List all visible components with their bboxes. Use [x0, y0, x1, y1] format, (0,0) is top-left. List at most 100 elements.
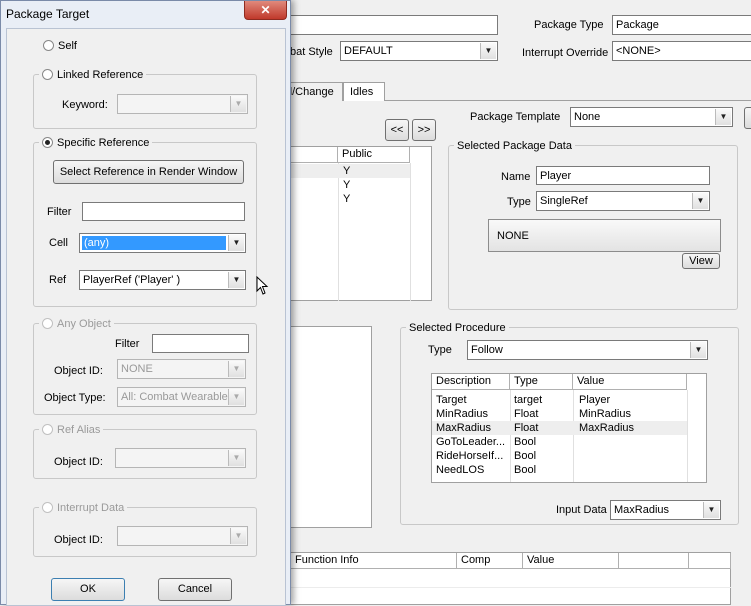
package-data-list[interactable]: Public Y Y Y: [280, 146, 432, 301]
ref-alias-object-id-select[interactable]: ▼: [115, 448, 246, 468]
chevron-down-icon: ▼: [228, 272, 244, 288]
public-cell: Y: [343, 165, 351, 177]
interrupt-override-select[interactable]: <NONE>: [612, 41, 751, 61]
row-description[interactable]: MaxRadius: [432, 421, 491, 435]
procedure-type-select[interactable]: Follow ▼: [467, 340, 708, 360]
row-description[interactable]: GoToLeader...: [432, 435, 505, 449]
keyword-label: Keyword:: [62, 99, 108, 111]
name-field[interactable]: Player: [536, 166, 710, 185]
combat-style-select[interactable]: DEFAULT ▼: [340, 41, 498, 61]
any-object-filter-label: Filter: [115, 338, 140, 350]
package-data-display-button[interactable]: NONE: [488, 219, 721, 252]
package-type-field[interactable]: Package: [612, 15, 751, 35]
ref-value: PlayerRef ('Player' ): [83, 274, 181, 286]
close-button[interactable]: ✕: [244, 1, 287, 20]
ref-alias-object-id-label: Object ID:: [54, 456, 103, 468]
radio-icon: [42, 69, 53, 80]
selected-procedure-title: Selected Procedure: [406, 321, 509, 335]
cell-value: (any): [84, 237, 110, 249]
package-target-dialog: Package Target ✕ Self Linked Reference K…: [0, 0, 291, 606]
radio-icon: [43, 40, 54, 51]
chevron-down-icon: ▼: [480, 43, 496, 59]
input-data-value: MaxRadius: [614, 504, 670, 516]
conditions-table[interactable]: Function Info Comp Value: [280, 552, 731, 605]
package-id-field[interactable]: [280, 15, 498, 35]
chevron-down-icon: ▼: [228, 361, 244, 377]
filter-input[interactable]: [82, 202, 245, 221]
column-header-type: Type: [510, 374, 573, 390]
public-cell: Y: [343, 193, 351, 205]
object-type-select[interactable]: All: Combat Wearable ▼: [117, 387, 246, 407]
ref-select[interactable]: PlayerRef ('Player' ) ▼: [79, 270, 246, 290]
package-data-display-value: NONE: [497, 230, 529, 242]
any-object-radio[interactable]: Any Object: [39, 317, 114, 331]
ok-button[interactable]: OK: [51, 578, 125, 601]
package-template-select[interactable]: None ▼: [570, 107, 733, 127]
object-type-value: All: Combat Wearable: [121, 391, 228, 403]
row-type: Bool: [514, 464, 537, 476]
row-description[interactable]: NeedLOS: [432, 463, 484, 477]
object-type-label: Object Type:: [44, 392, 106, 404]
cell-select[interactable]: (any) ▼: [79, 233, 246, 253]
column-header-comp: Comp: [457, 553, 523, 569]
any-object-filter-input[interactable]: [152, 334, 249, 353]
public-cell: Y: [343, 179, 351, 191]
mouse-cursor-icon: [256, 276, 269, 295]
column-divider: [573, 390, 574, 482]
input-data-select[interactable]: MaxRadius ▼: [610, 500, 721, 520]
package-template-extra-button[interactable]: [744, 107, 751, 129]
column-header-description: Description: [432, 374, 510, 390]
data-type-select[interactable]: SingleRef ▼: [536, 191, 710, 211]
chevron-down-icon: ▼: [715, 109, 731, 125]
close-icon: ✕: [260, 3, 271, 17]
row-description[interactable]: RideHorseIf...: [432, 449, 503, 463]
select-reference-in-render-window-button[interactable]: Select Reference in Render Window: [53, 160, 244, 184]
column-header-function-info: Function Info: [291, 553, 457, 569]
view-button[interactable]: View: [682, 253, 720, 269]
interrupt-override-value: <NONE>: [616, 45, 661, 57]
object-id-value: NONE: [121, 363, 153, 375]
tab-idles[interactable]: Idles: [343, 82, 385, 101]
radio-icon: [42, 137, 53, 148]
keyword-select[interactable]: ▼: [117, 94, 248, 114]
interrupt-data-object-id-select[interactable]: ▼: [117, 526, 248, 546]
specific-reference-label: Specific Reference: [57, 137, 150, 149]
interrupt-data-object-id-label: Object ID:: [54, 534, 103, 546]
interrupt-override-label: Interrupt Override: [522, 47, 609, 59]
self-radio[interactable]: Self: [43, 39, 77, 53]
procedure-tree[interactable]: [280, 326, 372, 528]
radio-icon: [42, 424, 53, 435]
prev-button[interactable]: <<: [385, 119, 409, 141]
column-divider: [410, 163, 411, 301]
row-type: Bool: [514, 450, 537, 462]
package-type-label: Package Type: [534, 19, 604, 31]
next-button[interactable]: >>: [412, 119, 436, 141]
row-type: target: [514, 394, 543, 406]
column-header-value: Value: [523, 553, 619, 569]
row-description[interactable]: Target: [432, 393, 467, 407]
row-value: MinRadius: [579, 408, 631, 420]
cancel-button[interactable]: Cancel: [158, 578, 232, 601]
row-description[interactable]: MinRadius: [432, 407, 488, 421]
chevron-down-icon: ▼: [690, 342, 706, 358]
combat-style-label: bat Style: [290, 46, 333, 58]
procedure-type-value: Follow: [471, 344, 503, 356]
specific-reference-radio[interactable]: Specific Reference: [39, 136, 153, 150]
any-object-label: Any Object: [57, 318, 111, 330]
dialog-body: Self Linked Reference Keyword: ▼ Specifi…: [6, 28, 286, 606]
ref-alias-label: Ref Alias: [57, 424, 101, 436]
procedure-data-table[interactable]: Description Type Value Target target Pla…: [431, 373, 707, 483]
radio-icon: [42, 318, 53, 329]
object-id-select[interactable]: NONE ▼: [117, 359, 246, 379]
ref-alias-radio[interactable]: Ref Alias: [39, 423, 104, 437]
input-data-label: Input Data: [556, 504, 607, 516]
row-value: MaxRadius: [579, 422, 635, 434]
data-type-value: SingleRef: [540, 195, 588, 207]
linked-reference-radio[interactable]: Linked Reference: [39, 68, 147, 82]
object-id-label: Object ID:: [54, 365, 103, 377]
column-header-blank: [689, 553, 731, 569]
interrupt-data-radio[interactable]: Interrupt Data: [39, 501, 128, 515]
linked-reference-label: Linked Reference: [57, 69, 144, 81]
chevron-down-icon: ▼: [230, 96, 246, 112]
type-label: Type: [507, 196, 531, 208]
